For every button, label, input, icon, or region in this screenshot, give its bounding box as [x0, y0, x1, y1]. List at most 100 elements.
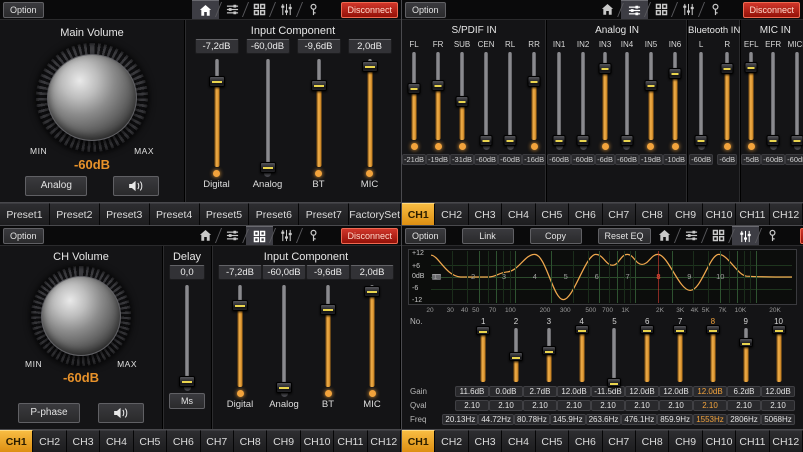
slider-value-box[interactable]: -7,2dB	[218, 265, 262, 280]
slider-handle[interactable]	[456, 96, 469, 107]
band-gain-slider[interactable]	[541, 328, 557, 382]
slider-handle[interactable]	[476, 326, 490, 335]
slider-handle[interactable]	[362, 61, 378, 72]
band-gain-slider[interactable]	[639, 328, 655, 382]
channel-tab[interactable]: CH2	[435, 203, 468, 225]
channel-tab[interactable]: CH1	[402, 203, 435, 225]
level-slider[interactable]	[619, 52, 634, 140]
eq-plot-area[interactable]: 12345678910	[431, 251, 792, 303]
level-slider[interactable]	[361, 59, 379, 167]
freq-value-box[interactable]: 2806Hz	[727, 414, 761, 425]
channel-tab[interactable]: CH1	[0, 430, 33, 452]
band-gain-slider[interactable]	[672, 328, 688, 382]
band-marker[interactable]: 3	[502, 273, 506, 281]
channel-tab[interactable]: CH3	[469, 430, 502, 452]
preset-tab[interactable]: FactorySet	[349, 203, 401, 225]
delay-slider[interactable]	[178, 285, 196, 381]
qval-value-box[interactable]: 2.10	[625, 400, 659, 411]
channel-tab[interactable]: CH5	[134, 430, 167, 452]
eq-response-graph[interactable]: +12 +6 0dB -6 -12 12345678910	[408, 249, 797, 305]
level-slider[interactable]	[720, 52, 735, 140]
slider-handle[interactable]	[739, 338, 753, 347]
slider-value-box[interactable]: -9,6dB	[306, 265, 350, 280]
slider-handle[interactable]	[673, 325, 687, 334]
analog-source-button[interactable]: Analog	[25, 176, 87, 196]
level-slider[interactable]	[598, 52, 613, 140]
band-marker[interactable]: 9	[687, 273, 691, 281]
mute-button[interactable]	[113, 176, 159, 196]
band-gain-slider[interactable]	[508, 328, 524, 382]
disconnect-button[interactable]: Disconnect	[743, 2, 800, 18]
level-slider[interactable]	[576, 52, 591, 140]
channel-tab[interactable]: CH4	[502, 430, 535, 452]
band-gain-slider[interactable]	[738, 328, 754, 382]
band-gain-slider[interactable]	[606, 328, 622, 382]
channel-tab[interactable]: CH12	[770, 430, 803, 452]
qval-value-box[interactable]: 2.10	[557, 400, 591, 411]
slider-handle[interactable]	[504, 135, 517, 146]
slider-handle[interactable]	[577, 135, 590, 146]
slider-handle[interactable]	[509, 352, 523, 361]
band-marker[interactable]: 2	[471, 273, 475, 281]
band-marker[interactable]: 7	[625, 273, 629, 281]
nav-tab-tuning-key[interactable]	[702, 0, 729, 19]
nav-tab-tuning-key[interactable]	[300, 226, 327, 245]
slider-handle[interactable]	[311, 80, 327, 91]
main-volume-knob[interactable]: MIN MAX	[26, 41, 158, 154]
channel-tab[interactable]: CH8	[636, 203, 669, 225]
gain-value-box[interactable]: 12.0dB	[761, 386, 795, 397]
slider-handle[interactable]	[599, 63, 612, 74]
slider-handle[interactable]	[364, 286, 380, 297]
qval-value-box[interactable]: 2.10	[523, 400, 557, 411]
level-slider[interactable]	[527, 52, 542, 140]
band-marker[interactable]: 4	[533, 273, 537, 281]
freq-value-box[interactable]: 859.9Hz	[657, 414, 693, 425]
preset-tab[interactable]: Preset5	[200, 203, 250, 225]
slider-handle[interactable]	[276, 382, 292, 393]
slider-handle[interactable]	[791, 135, 803, 146]
band-gain-slider[interactable]	[705, 328, 721, 382]
channel-tab[interactable]: CH11	[334, 430, 367, 452]
preset-tab[interactable]: Preset6	[249, 203, 299, 225]
band-marker[interactable]: 10	[716, 273, 724, 281]
channel-tab[interactable]: CH9	[669, 203, 702, 225]
channel-tab[interactable]: CH10	[703, 203, 736, 225]
channel-tab[interactable]: CH6	[167, 430, 200, 452]
level-slider[interactable]	[694, 52, 709, 140]
preset-tab[interactable]: Preset3	[100, 203, 150, 225]
option-button[interactable]: Option	[3, 2, 44, 18]
slider-handle[interactable]	[607, 378, 621, 387]
channel-tab[interactable]: CH9	[267, 430, 300, 452]
nav-tab-tuning-key[interactable]	[759, 226, 786, 245]
slider-handle[interactable]	[695, 135, 708, 146]
channel-tab[interactable]: CH7	[603, 430, 636, 452]
slider-handle[interactable]	[528, 76, 541, 87]
slider-handle[interactable]	[480, 135, 493, 146]
slider-handle[interactable]	[209, 76, 225, 87]
qval-value-box[interactable]: 2.10	[489, 400, 523, 411]
band-marker[interactable]: 6	[595, 273, 599, 281]
gain-value-box[interactable]: 12.0dB	[625, 386, 659, 397]
gain-value-box[interactable]: 0.0dB	[489, 386, 523, 397]
slider-handle[interactable]	[179, 376, 195, 387]
band-marker[interactable]: 1	[433, 273, 437, 281]
slider-handle[interactable]	[772, 325, 786, 334]
slider-handle[interactable]	[706, 325, 720, 334]
level-slider[interactable]	[407, 52, 422, 140]
level-slider[interactable]	[668, 52, 683, 140]
preset-tab[interactable]: Preset2	[50, 203, 100, 225]
slider-value-box[interactable]: -60,0dB	[262, 265, 306, 280]
slider-handle[interactable]	[745, 62, 758, 73]
level-slider[interactable]	[479, 52, 494, 140]
slider-handle[interactable]	[644, 80, 657, 91]
level-slider[interactable]	[275, 285, 293, 387]
level-slider[interactable]	[503, 52, 518, 140]
channel-tab[interactable]: CH2	[435, 430, 468, 452]
qval-value-box[interactable]: 2.10	[591, 400, 625, 411]
freq-value-box[interactable]: 145.9Hz	[550, 414, 586, 425]
qval-value-box[interactable]: 2.10	[727, 400, 761, 411]
mute-button[interactable]	[98, 403, 144, 423]
channel-tab[interactable]: CH5	[536, 430, 569, 452]
option-button[interactable]: Option	[3, 228, 44, 244]
level-slider[interactable]	[455, 52, 470, 140]
